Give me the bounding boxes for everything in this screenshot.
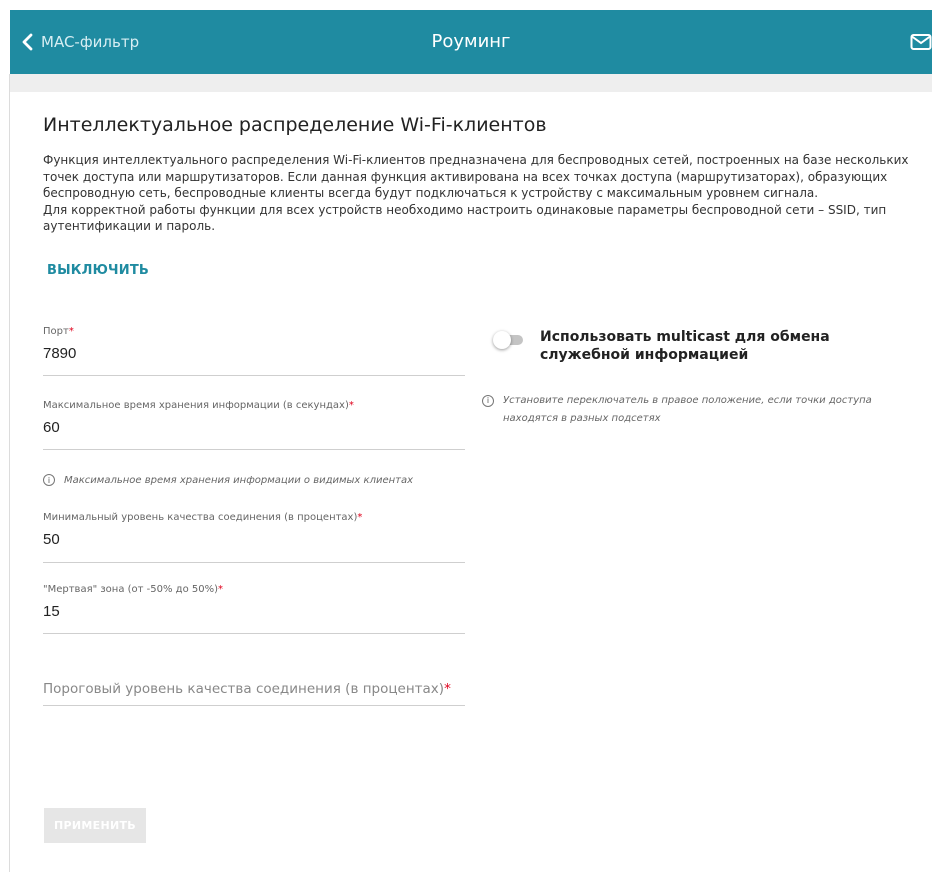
multicast-hint: i Установите переключатель в правое поло… <box>482 392 902 428</box>
back-label: MAC-фильтр <box>41 33 140 51</box>
required-mark: * <box>218 584 224 595</box>
min-quality-label: Минимальный уровень качества соединения … <box>43 512 465 523</box>
toggle-knob <box>493 331 511 349</box>
header-bar: MAC-фильтр Роуминг <box>10 10 932 74</box>
port-label-text: Порт <box>43 326 69 337</box>
threshold-input[interactable]: Пороговый уровень качества соединения (в… <box>43 681 465 697</box>
max-time-label-text: Максимальное время хранения информации (… <box>43 400 349 411</box>
info-icon: i <box>43 474 55 486</box>
max-time-label: Максимальное время хранения информации (… <box>43 400 465 411</box>
max-time-hint: i Максимальное время хранения информации… <box>43 474 413 486</box>
max-time-field[interactable]: Максимальное время хранения информации (… <box>43 400 465 450</box>
multicast-hint-text: Установите переключатель в правое положе… <box>503 395 872 424</box>
dead-zone-field[interactable]: "Мертвая" зона (от -50% до 50%)* 15 <box>43 584 465 634</box>
max-time-input[interactable]: 60 <box>43 419 465 436</box>
port-input[interactable]: 7890 <box>43 345 465 362</box>
dead-zone-label-text: "Мертвая" зона (от -50% до 50%) <box>43 584 219 595</box>
info-icon: i <box>482 395 494 407</box>
mail-icon[interactable] <box>910 32 932 52</box>
description-paragraph-1: Функция интеллектуального распределения … <box>43 153 909 200</box>
min-quality-label-text: Минимальный уровень качества соединения … <box>43 512 358 523</box>
description-paragraph-2: Для корректной работы функции для всех у… <box>43 202 887 234</box>
disable-link[interactable]: ВЫКЛЮЧИТЬ <box>47 263 149 278</box>
chevron-left-icon <box>22 33 33 51</box>
page-title: Роуминг <box>431 31 511 52</box>
min-quality-field[interactable]: Минимальный уровень качества соединения … <box>43 512 465 563</box>
apply-button[interactable]: ПРИМЕНИТЬ <box>44 808 146 843</box>
multicast-label: Использовать multicast для обмена служеб… <box>540 329 830 363</box>
port-label: Порт* <box>43 326 465 337</box>
port-field[interactable]: Порт* 7890 <box>43 326 465 376</box>
threshold-field[interactable]: Пороговый уровень качества соединения (в… <box>43 681 465 706</box>
back-button[interactable]: MAC-фильтр <box>22 10 139 74</box>
content-top-band <box>10 74 932 92</box>
left-border <box>0 74 10 872</box>
main-content: Интеллектуальное распределение Wi-Fi-кли… <box>10 92 932 872</box>
dead-zone-label: "Мертвая" зона (от -50% до 50%)* <box>43 584 465 595</box>
section-title: Интеллектуальное распределение Wi-Fi-кли… <box>43 114 547 136</box>
required-mark: * <box>348 400 354 411</box>
top-strip <box>0 0 932 10</box>
threshold-placeholder: Пороговый уровень качества соединения (в… <box>43 681 445 697</box>
required-mark: * <box>68 326 74 337</box>
min-quality-input[interactable]: 50 <box>43 531 465 548</box>
max-time-hint-text: Максимальное время хранения информации о… <box>64 474 414 486</box>
required-mark: * <box>444 681 451 697</box>
multicast-toggle[interactable] <box>493 331 525 349</box>
required-mark: * <box>357 512 363 523</box>
dead-zone-input[interactable]: 15 <box>43 603 465 620</box>
section-description: Функция интеллектуального распределения … <box>43 152 913 235</box>
